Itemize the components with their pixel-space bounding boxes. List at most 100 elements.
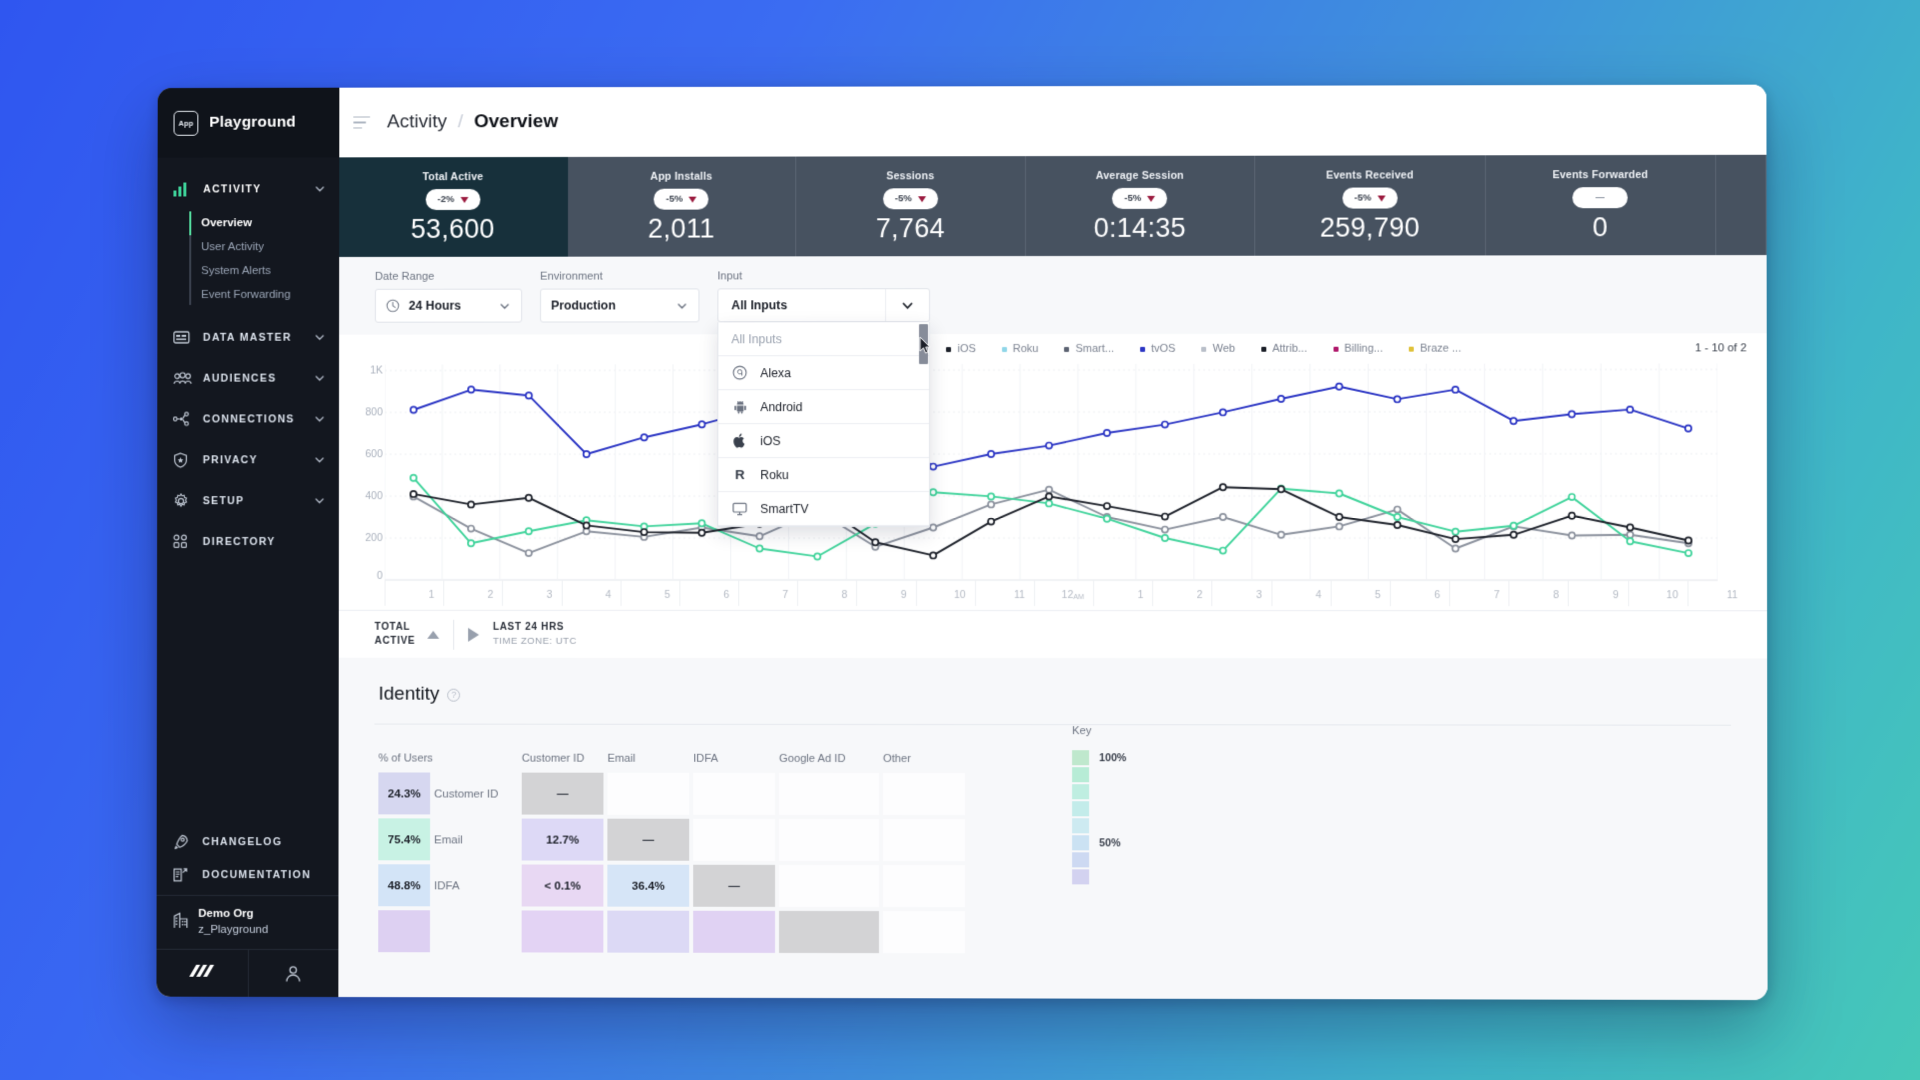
y-tick-label: 400 [365, 490, 383, 503]
kpi-card-events-received[interactable]: Events Received -5% 259,790 [1255, 155, 1486, 256]
environment-value: Production [550, 298, 616, 313]
sidebar-item-user-activity[interactable]: User Activity [157, 235, 339, 259]
sidebar-item-documentation[interactable]: DOCUMENTATION [157, 858, 339, 891]
chevron-down-icon[interactable] [314, 183, 325, 194]
sidebar-group-label: CONNECTIONS [202, 412, 295, 425]
sidebar-group-directory[interactable]: DIRECTORY [157, 521, 339, 562]
dropdown-option-ios[interactable]: iOS [718, 424, 930, 459]
android-icon [731, 400, 748, 414]
dropdown-option-android[interactable]: Android [718, 390, 930, 425]
environment-select[interactable]: Production [540, 288, 700, 323]
kpi-card-average-session[interactable]: Average Session -5% 0:14:35 [1025, 155, 1256, 257]
brand-header[interactable]: App Playground [157, 87, 340, 158]
chart-point [1278, 486, 1284, 492]
dropdown-option-alexa[interactable]: Alexa [718, 356, 930, 391]
table-row [378, 910, 1767, 955]
sidebar-item-overview[interactable]: Overview [158, 211, 340, 235]
people-icon [173, 371, 194, 385]
chevron-down-icon[interactable] [314, 495, 325, 506]
app-logo-icon[interactable] [156, 950, 247, 997]
y-tick-label: 600 [365, 448, 383, 461]
chevron-down-icon [498, 299, 511, 312]
dropdown-option-all-inputs[interactable]: All Inputs [718, 322, 930, 357]
org-name: Demo Org [198, 908, 254, 921]
chart-point [1044, 485, 1053, 494]
chevron-down-icon[interactable] [314, 373, 325, 384]
legend-item-ios[interactable]: iOS [946, 343, 976, 355]
sidebar-group-connections[interactable]: CONNECTIONS [157, 398, 339, 439]
legend-item-roku[interactable]: Roku [1001, 343, 1038, 355]
kpi-card-sessions[interactable]: Sessions -5% 7,764 [796, 156, 1026, 257]
trend-down-icon [1147, 195, 1156, 202]
sidebar-group-setup[interactable]: SETUP [157, 480, 339, 521]
x-tick-label: 5 [1330, 580, 1390, 607]
key-swatch [1072, 801, 1090, 817]
kpi-card-next-partial[interactable] [1716, 154, 1767, 256]
kpi-delta: -2% [437, 194, 455, 206]
legend-pagination[interactable]: 1 - 10 of 2 [1695, 342, 1747, 354]
mouse-cursor [919, 336, 932, 355]
chart-point [1220, 409, 1226, 415]
chart-svg [385, 363, 1718, 584]
legend-item-smarttv[interactable]: Smart... [1064, 343, 1114, 355]
legend-item-billing[interactable]: Billing... [1333, 343, 1383, 355]
legend-swatch [1409, 346, 1415, 352]
hamburger-icon[interactable] [353, 116, 373, 129]
chart-point [468, 540, 474, 546]
chart-point [1394, 522, 1400, 528]
breadcrumb-parent[interactable]: Activity [387, 111, 447, 133]
chart-point [641, 528, 649, 537]
pct-cell: 75.4% [378, 818, 431, 861]
kpi-value: 2,011 [647, 213, 715, 244]
sidebar-item-system-alerts[interactable]: System Alerts [157, 259, 339, 283]
dropdown-option-roku[interactable]: R Roku [718, 458, 930, 493]
kpi-card-total-active[interactable]: Total Active -2% 53,600 [339, 156, 568, 257]
chart-point [929, 551, 938, 560]
legend-item-braze[interactable]: Braze ... [1409, 343, 1461, 355]
filter-label: Environment [540, 270, 603, 283]
app-logo-text: App [178, 118, 194, 128]
chart-point [583, 451, 589, 457]
play-icon[interactable] [467, 627, 479, 642]
chevron-down-icon[interactable] [314, 413, 325, 424]
legend-item-tvos[interactable]: tvOS [1140, 343, 1176, 355]
chart-metric-selector[interactable]: TOTAL ACTIVE [375, 621, 440, 648]
matrix-cell [779, 910, 879, 954]
sidebar-item-changelog[interactable]: CHANGELOG [157, 825, 339, 858]
kpi-card-events-forwarded[interactable]: Events Forwarded 0 [1485, 154, 1717, 256]
info-icon[interactable]: ? [447, 688, 461, 702]
dropdown-option-smarttv[interactable]: SmartTV [718, 492, 930, 527]
date-range-select[interactable]: 24 Hours [374, 288, 523, 323]
dropdown-option-label: iOS [760, 433, 781, 448]
sidebar-group-audiences[interactable]: AUDIENCES [157, 358, 339, 399]
key-swatch [1072, 852, 1090, 868]
sidebar-group-privacy[interactable]: PRIVACY [157, 439, 339, 480]
main-content: Activity / Overview Total Active -2% 53,… [338, 84, 1768, 1001]
org-switcher[interactable]: Demo Org z_Playground [156, 894, 339, 950]
user-account-icon[interactable] [247, 949, 339, 998]
kpi-card-app-installs[interactable]: App Installs -5% 2,011 [567, 156, 797, 257]
chevron-down-icon [676, 299, 689, 312]
chart-point [1102, 501, 1111, 510]
matrix-cell: — [693, 864, 776, 907]
legend-item-attribution[interactable]: Attrib... [1261, 343, 1307, 355]
sidebar-item-event-forwarding[interactable]: Event Forwarding [157, 283, 339, 307]
chart-point [1044, 441, 1053, 450]
chart-point [929, 462, 938, 471]
sidebar-group-activity[interactable]: ACTIVITY [158, 168, 340, 209]
legend-label: Attrib... [1272, 342, 1308, 355]
chevron-down-icon[interactable] [314, 454, 325, 465]
gear-icon [173, 493, 194, 509]
chevron-down-icon[interactable] [885, 289, 930, 322]
matrix-cell: 36.4% [607, 864, 690, 907]
input-select[interactable]: All Inputs [717, 288, 931, 323]
chart-point [1336, 383, 1342, 389]
chart-point [1627, 524, 1633, 530]
app-window: App Playground ACTIVITY Overview User Ac… [156, 84, 1768, 1001]
sidebar-group-data-master[interactable]: DATA MASTER [157, 317, 339, 358]
legend-swatch [1001, 346, 1007, 352]
chevron-down-icon[interactable] [314, 332, 325, 343]
matrix-cell [882, 911, 965, 954]
legend-item-web[interactable]: Web [1201, 343, 1235, 355]
chart-point [987, 500, 995, 509]
